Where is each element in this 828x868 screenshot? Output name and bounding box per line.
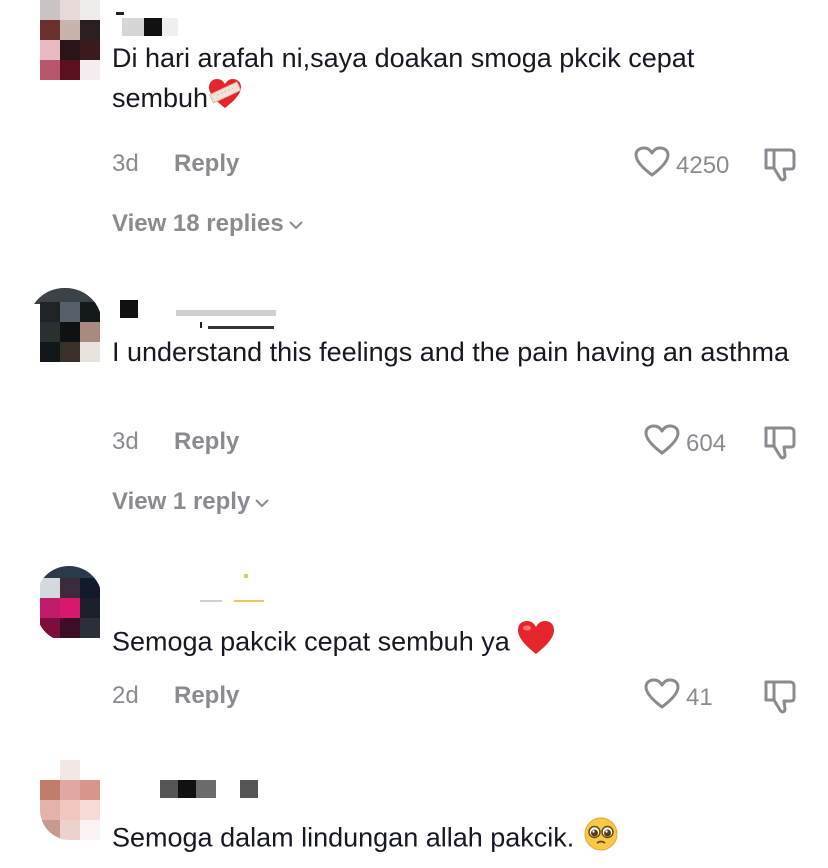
view-replies-button[interactable]: View 1 reply <box>112 488 270 516</box>
thumbs-down-icon <box>762 426 798 466</box>
comment-text: Semoga dalam lindungan allah pakcik. <box>112 816 792 863</box>
username[interactable] <box>160 780 270 800</box>
like-button[interactable]: 604 <box>644 424 726 463</box>
username[interactable] <box>120 300 280 329</box>
like-count: 41 <box>686 683 713 711</box>
heart-outline-icon <box>634 146 670 185</box>
like-button[interactable]: 41 <box>644 678 713 717</box>
avatar[interactable] <box>40 760 102 840</box>
like-button[interactable]: 4250 <box>634 146 729 185</box>
like-count: 604 <box>686 429 727 457</box>
avatar[interactable] <box>36 566 102 642</box>
avatar[interactable] <box>40 0 102 80</box>
dislike-button[interactable] <box>762 424 798 467</box>
chevron-down-icon <box>288 210 304 238</box>
thumbs-down-icon <box>762 148 798 188</box>
comment-text: Di hari arafah ni,saya doakan smoga pkci… <box>112 38 792 121</box>
like-count: 4250 <box>676 151 730 179</box>
thumbs-down-icon <box>762 680 798 720</box>
timestamp: 3d <box>112 428 139 455</box>
comment-text: Semoga pakcik cepat sembuh ya <box>112 620 792 667</box>
reply-button[interactable]: Reply <box>174 150 239 178</box>
avatar[interactable] <box>28 288 102 364</box>
reply-button[interactable]: Reply <box>174 682 239 710</box>
view-replies-button[interactable]: View 18 replies <box>112 210 304 238</box>
comment-text: I understand this feelings and the pain … <box>112 337 789 367</box>
username[interactable] <box>200 574 270 602</box>
pleading-face-icon <box>582 816 620 863</box>
timestamp: 2d <box>112 682 139 709</box>
timestamp: 3d <box>112 150 139 177</box>
heart-outline-icon <box>644 678 680 717</box>
chevron-down-icon <box>254 488 270 516</box>
dislike-button[interactable] <box>762 146 798 189</box>
reply-button[interactable]: Reply <box>174 428 239 456</box>
heart-outline-icon <box>644 424 680 463</box>
red-heart-icon <box>517 620 555 667</box>
username[interactable] <box>116 12 186 36</box>
dislike-button[interactable] <box>762 678 798 721</box>
heart-with-bandage-icon <box>208 78 242 121</box>
